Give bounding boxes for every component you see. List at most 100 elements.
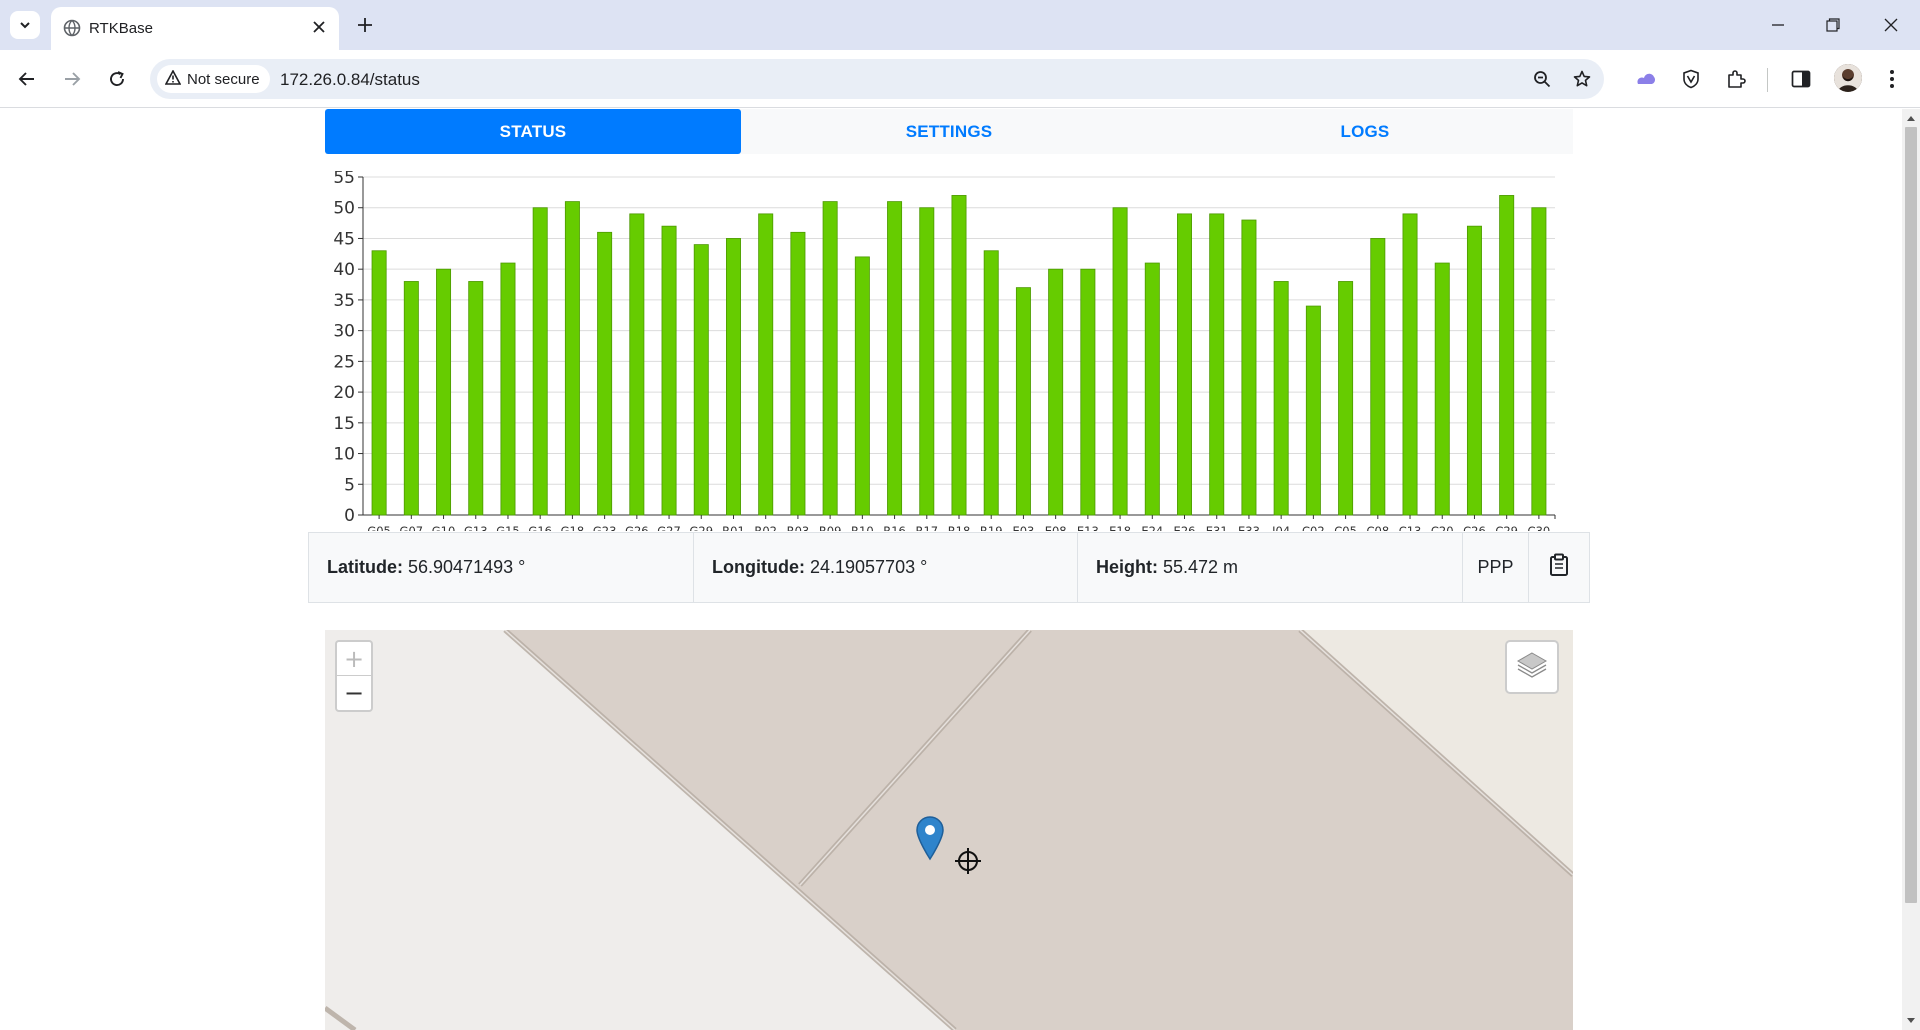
y-tick-label: 40: [333, 260, 355, 280]
x-tick-label: C26: [1463, 524, 1486, 531]
chart-bar: [1305, 305, 1321, 516]
tab-logs[interactable]: LOGS: [1157, 109, 1573, 154]
x-tick-label: R01: [722, 524, 745, 531]
extension-cloud-icon[interactable]: [1632, 65, 1660, 93]
zoom-in-button[interactable]: +: [337, 642, 371, 676]
tab-settings[interactable]: SETTINGS: [741, 109, 1157, 154]
x-tick-label: R03: [787, 524, 810, 531]
satellite-snr-chart: 0 5 10 15 20 25 30 35 40 45 50 55 G05 G07 G10 G13 G15 G16…: [315, 168, 1575, 538]
longitude-value: 24.19057703 °: [809, 557, 928, 577]
latitude-cell: Latitude: 56.90471493 °: [309, 533, 694, 602]
scroll-thumb[interactable]: [1905, 127, 1917, 903]
scroll-up-icon[interactable]: [1906, 113, 1916, 123]
map-marker-icon[interactable]: [915, 815, 945, 861]
chart-bar: [1466, 225, 1482, 516]
y-tick-label: 35: [333, 291, 355, 311]
chart-bar: [758, 213, 774, 516]
copy-coordinates-button[interactable]: [1529, 533, 1589, 602]
chart-bar: [1338, 281, 1354, 516]
x-tick-label: E33: [1238, 524, 1260, 531]
latitude-value: 56.90471493 °: [408, 557, 526, 577]
chart-bar: [1370, 238, 1386, 516]
layers-icon: [1516, 651, 1548, 684]
x-tick-label: R16: [883, 524, 906, 531]
solution-mode-badge: PPP: [1463, 533, 1529, 602]
zoom-icon[interactable]: [1529, 66, 1555, 92]
chart-bar: [1015, 287, 1031, 516]
x-tick-label: C02: [1302, 524, 1325, 531]
plus-icon[interactable]: [352, 12, 378, 38]
chart-bar: [1177, 213, 1193, 516]
height-value: 55.472 m: [1163, 557, 1239, 577]
chart-bar: [629, 213, 645, 516]
y-tick-label: 10: [333, 445, 355, 465]
x-tick-label: G27: [657, 524, 681, 531]
tab-status[interactable]: STATUS: [325, 109, 741, 154]
x-tick-label: R19: [980, 524, 1003, 531]
x-tick-label: R17: [915, 524, 938, 531]
x-tick-label: C30: [1528, 524, 1551, 531]
chart-bar: [1402, 213, 1418, 516]
y-tick-label: 5: [344, 475, 355, 495]
chart-bar: [532, 207, 548, 516]
x-tick-label: R10: [851, 524, 874, 531]
y-tick-label: 20: [333, 383, 355, 403]
chart-bar: [1434, 262, 1450, 516]
x-tick-label: C29: [1495, 524, 1518, 531]
x-tick-label: E26: [1174, 524, 1196, 531]
y-tick-label: 55: [333, 171, 355, 188]
chart-bar: [371, 250, 387, 516]
address-bar[interactable]: Not secure 172.26.0.84/status: [150, 59, 1604, 99]
url-text[interactable]: 172.26.0.84/status: [280, 70, 420, 90]
page-scrollbar[interactable]: [1902, 109, 1920, 1030]
chart-bar: [983, 250, 999, 516]
x-tick-label: J04: [1271, 524, 1290, 531]
y-tick-label: 25: [333, 352, 355, 372]
back-arrow-icon[interactable]: [13, 65, 41, 93]
scroll-down-icon[interactable]: [1906, 1016, 1916, 1026]
chart-bar: [822, 201, 838, 516]
map-tiles: [325, 630, 1573, 1030]
browser-tab[interactable]: RTKBase: [51, 7, 339, 50]
y-tick-label: 45: [333, 229, 355, 249]
zoom-control: + −: [335, 640, 373, 712]
x-tick-label: G07: [400, 524, 424, 531]
x-tick-label: E13: [1077, 524, 1099, 531]
crosshair-icon: [953, 846, 983, 876]
x-tick-label: G10: [432, 524, 456, 531]
sidebar-icon[interactable]: [1787, 65, 1815, 93]
menu-icon[interactable]: [1878, 65, 1906, 93]
longitude-cell: Longitude: 24.19057703 °: [694, 533, 1078, 602]
x-tick-label: E08: [1045, 524, 1067, 531]
chart-bar: [468, 281, 484, 516]
x-tick-label: G15: [496, 524, 520, 531]
reload-icon[interactable]: [103, 65, 131, 93]
position-map[interactable]: + −: [325, 630, 1573, 1030]
y-tick-label: 30: [333, 322, 355, 342]
minimize-icon[interactable]: [1765, 12, 1791, 38]
chart-bar: [597, 231, 613, 516]
close-icon[interactable]: [309, 17, 329, 37]
star-icon[interactable]: [1569, 66, 1595, 92]
chart-bar: [661, 225, 677, 516]
x-tick-label: G13: [464, 524, 488, 531]
close-window-icon[interactable]: [1878, 12, 1904, 38]
restore-icon[interactable]: [1820, 12, 1846, 38]
zoom-out-button[interactable]: −: [337, 676, 371, 710]
clipboard-icon: [1549, 553, 1569, 582]
chart-bar: [919, 207, 935, 516]
security-chip[interactable]: Not secure: [157, 65, 270, 93]
globe-icon: [63, 19, 81, 37]
chart-bar: [887, 201, 903, 516]
chart-bar: [693, 244, 709, 516]
forward-arrow-icon[interactable]: [58, 65, 86, 93]
main-nav: STATUS SETTINGS LOGS: [325, 109, 1573, 154]
x-tick-label: G05: [367, 524, 391, 531]
x-tick-label: G16: [528, 524, 552, 531]
shield-icon[interactable]: [1677, 65, 1705, 93]
layers-button[interactable]: [1505, 640, 1559, 694]
avatar[interactable]: [1834, 64, 1862, 92]
tab-search-icon[interactable]: [10, 11, 40, 39]
extension-icon[interactable]: [1722, 65, 1750, 93]
warning-icon: [164, 68, 182, 89]
